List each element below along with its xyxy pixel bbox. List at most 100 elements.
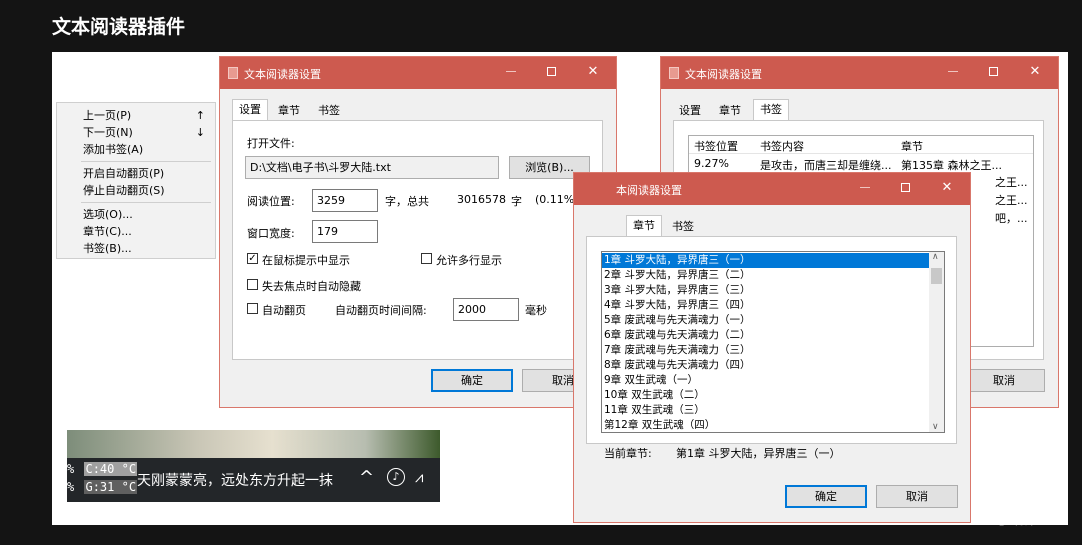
menu-item-bookmarks[interactable]: 书签(B)...: [83, 240, 205, 257]
chapter-item[interactable]: 11章 双生武魂（三）: [602, 403, 930, 418]
app-icon: [228, 67, 238, 79]
autopage-interval-input[interactable]: 2000: [453, 298, 519, 321]
reading-text[interactable]: 天刚蒙蒙亮，远处东方升起一抹: [137, 470, 333, 490]
minimize-button[interactable]: [942, 62, 964, 82]
close-icon: ✕: [1029, 64, 1041, 79]
chapter-item[interactable]: 4章 斗罗大陆，异界唐三（四）: [602, 298, 930, 313]
char-total-label: 字，总共: [385, 195, 429, 208]
bookmark-chapter: 第135章 森林之王...: [901, 159, 1002, 172]
mouse-tip-label: 在鼠标提示中显示: [262, 254, 350, 267]
taskbar-widget: % C:40 °C % G:31 °C 天刚蒙蒙亮，远处东方升起一抹 ^ ♪ ⩘: [67, 430, 440, 502]
menu-item-next-page[interactable]: 下一页(N) ↓: [83, 124, 205, 141]
cancel-button[interactable]: 取消: [963, 369, 1045, 392]
read-percent: (0.11%): [535, 193, 579, 206]
mouse-tip-checkbox[interactable]: ✓: [247, 253, 258, 264]
scroll-down-icon[interactable]: ∨: [932, 422, 939, 432]
titlebar: 本阅读器设置 ✕: [574, 173, 970, 205]
close-button[interactable]: ✕: [582, 62, 604, 82]
menu-item-stop-autopage[interactable]: 停止自动翻页(S): [83, 182, 205, 199]
window-width-input[interactable]: 179: [312, 220, 378, 243]
window-title: 本阅读器设置: [616, 184, 682, 197]
read-position-label: 阅读位置:: [247, 195, 295, 208]
tab-chapters[interactable]: 章节: [272, 101, 306, 121]
menu-item-prev-page[interactable]: 上一页(P) ↑: [83, 107, 205, 124]
titlebar: 文本阅读器设置 ✕: [661, 57, 1058, 89]
chapter-item[interactable]: 7章 废武魂与先天满魂力（三）: [602, 343, 930, 358]
maximize-icon: [988, 67, 998, 76]
music-icon[interactable]: ♪: [387, 468, 405, 486]
tab-settings[interactable]: 设置: [232, 99, 268, 121]
maximize-icon: [546, 67, 556, 76]
chapter-panel: 1章 斗罗大陆，异界唐三（一） 2章 斗罗大陆，异界唐三（二） 3章 斗罗大陆，异界…: [586, 236, 957, 444]
open-file-label: 打开文件:: [247, 137, 295, 150]
waveform-icon[interactable]: ⩘: [415, 468, 423, 486]
gpu-temp: G:31 °C: [84, 480, 138, 494]
bookmark-position: 9.27%: [694, 157, 729, 170]
window-title: 文本阅读器设置: [685, 68, 762, 81]
chapter-item[interactable]: 8章 废武魂与先天满魂力（四）: [602, 358, 930, 373]
file-path-field[interactable]: D:\文档\电子书\斗罗大陆.txt: [245, 156, 499, 179]
chapter-item[interactable]: 2章 斗罗大陆，异界唐三（二）: [602, 268, 930, 283]
close-button[interactable]: ✕: [936, 178, 958, 198]
autopage-checkbox[interactable]: [247, 303, 258, 314]
menu-item-options[interactable]: 选项(O)...: [83, 206, 205, 223]
tab-bookmarks[interactable]: 书签: [666, 217, 700, 237]
tab-strip: 设置 章节 书签: [232, 99, 432, 121]
scroll-up-icon[interactable]: ∧: [932, 252, 939, 262]
chapter-item[interactable]: 第12章 双生武魂（四）: [602, 418, 930, 432]
current-chapter-label: 当前章节:: [604, 447, 652, 460]
tab-chapters[interactable]: 章节: [713, 101, 747, 121]
maximize-button[interactable]: [894, 178, 916, 198]
current-chapter-value: 第1章 斗罗大陆，异界唐三（一）: [676, 447, 841, 460]
autohide-checkbox[interactable]: [247, 279, 258, 290]
column-header-chapter[interactable]: 章节: [901, 138, 923, 154]
settings-window: 文本阅读器设置 ✕ 设置 章节 书签 打开文件: D:\文档\电子书\斗罗大陆.…: [219, 56, 617, 408]
close-button[interactable]: ✕: [1024, 62, 1046, 82]
chapter-item[interactable]: 10章 双生武魂（二）: [602, 388, 930, 403]
scroll-thumb[interactable]: [931, 268, 942, 284]
cancel-button[interactable]: 取消: [876, 485, 958, 508]
menu-item-start-autopage[interactable]: 开启自动翻页(P): [83, 165, 205, 182]
close-icon: ✕: [587, 64, 599, 79]
scrollbar[interactable]: ∧ ∨: [929, 252, 944, 432]
tab-strip: 设置 章节 书签: [673, 99, 873, 121]
menu-item-add-bookmark[interactable]: 添加书签(A): [83, 141, 205, 158]
maximize-button[interactable]: [982, 62, 1004, 82]
autopage-label: 自动翻页: [262, 304, 306, 317]
column-header-content[interactable]: 书签内容: [760, 138, 804, 154]
chapter-item[interactable]: 5章 废武魂与先天满魂力（一）: [602, 313, 930, 328]
chevron-up-icon[interactable]: ^: [359, 467, 374, 488]
minimize-icon: [948, 71, 958, 72]
wallpaper-strip: [67, 430, 440, 458]
tab-strip: 章节 书签: [626, 215, 776, 237]
menu-item-chapters[interactable]: 章节(C)...: [83, 223, 205, 240]
chapter-item[interactable]: 9章 双生武魂（一）: [602, 373, 930, 388]
chapter-item[interactable]: 6章 废武魂与先天满魂力（二）: [602, 328, 930, 343]
char-unit: 字: [511, 195, 522, 208]
maximize-icon: [900, 183, 910, 192]
ok-button[interactable]: 确定: [785, 485, 867, 508]
ms-label: 毫秒: [525, 304, 547, 317]
titlebar: 文本阅读器设置 ✕: [220, 57, 616, 89]
multiline-checkbox[interactable]: [421, 253, 432, 264]
tab-settings[interactable]: 设置: [673, 101, 707, 121]
settings-panel: 打开文件: D:\文档\电子书\斗罗大陆.txt 浏览(B)... 阅读位置: …: [232, 120, 603, 360]
read-position-input[interactable]: 3259: [312, 189, 378, 212]
menu-separator: [81, 161, 211, 162]
chapter-item[interactable]: 1章 斗罗大陆，异界唐三（一）: [602, 253, 930, 268]
minimize-button[interactable]: [854, 178, 876, 198]
window-width-label: 窗口宽度:: [247, 227, 295, 240]
menu-separator: [81, 202, 211, 203]
chapter-list[interactable]: 1章 斗罗大陆，异界唐三（一） 2章 斗罗大陆，异界唐三（二） 3章 斗罗大陆，异界…: [601, 251, 945, 433]
column-header-position[interactable]: 书签位置: [694, 138, 738, 154]
bookmark-row[interactable]: 9.27% 是攻击，而唐三却是缠绕... 第135章 森林之王...: [689, 156, 1033, 172]
minimize-button[interactable]: [500, 62, 522, 82]
maximize-button[interactable]: [540, 62, 562, 82]
total-chars: 3016578: [457, 193, 506, 206]
list-header: 书签位置 书签内容 章节: [689, 136, 1033, 154]
chapter-item[interactable]: 3章 斗罗大陆，异界唐三（三）: [602, 283, 930, 298]
tab-bookmarks[interactable]: 书签: [753, 99, 789, 121]
tab-bookmarks[interactable]: 书签: [312, 101, 346, 121]
tab-chapters[interactable]: 章节: [626, 215, 662, 237]
ok-button[interactable]: 确定: [431, 369, 513, 392]
